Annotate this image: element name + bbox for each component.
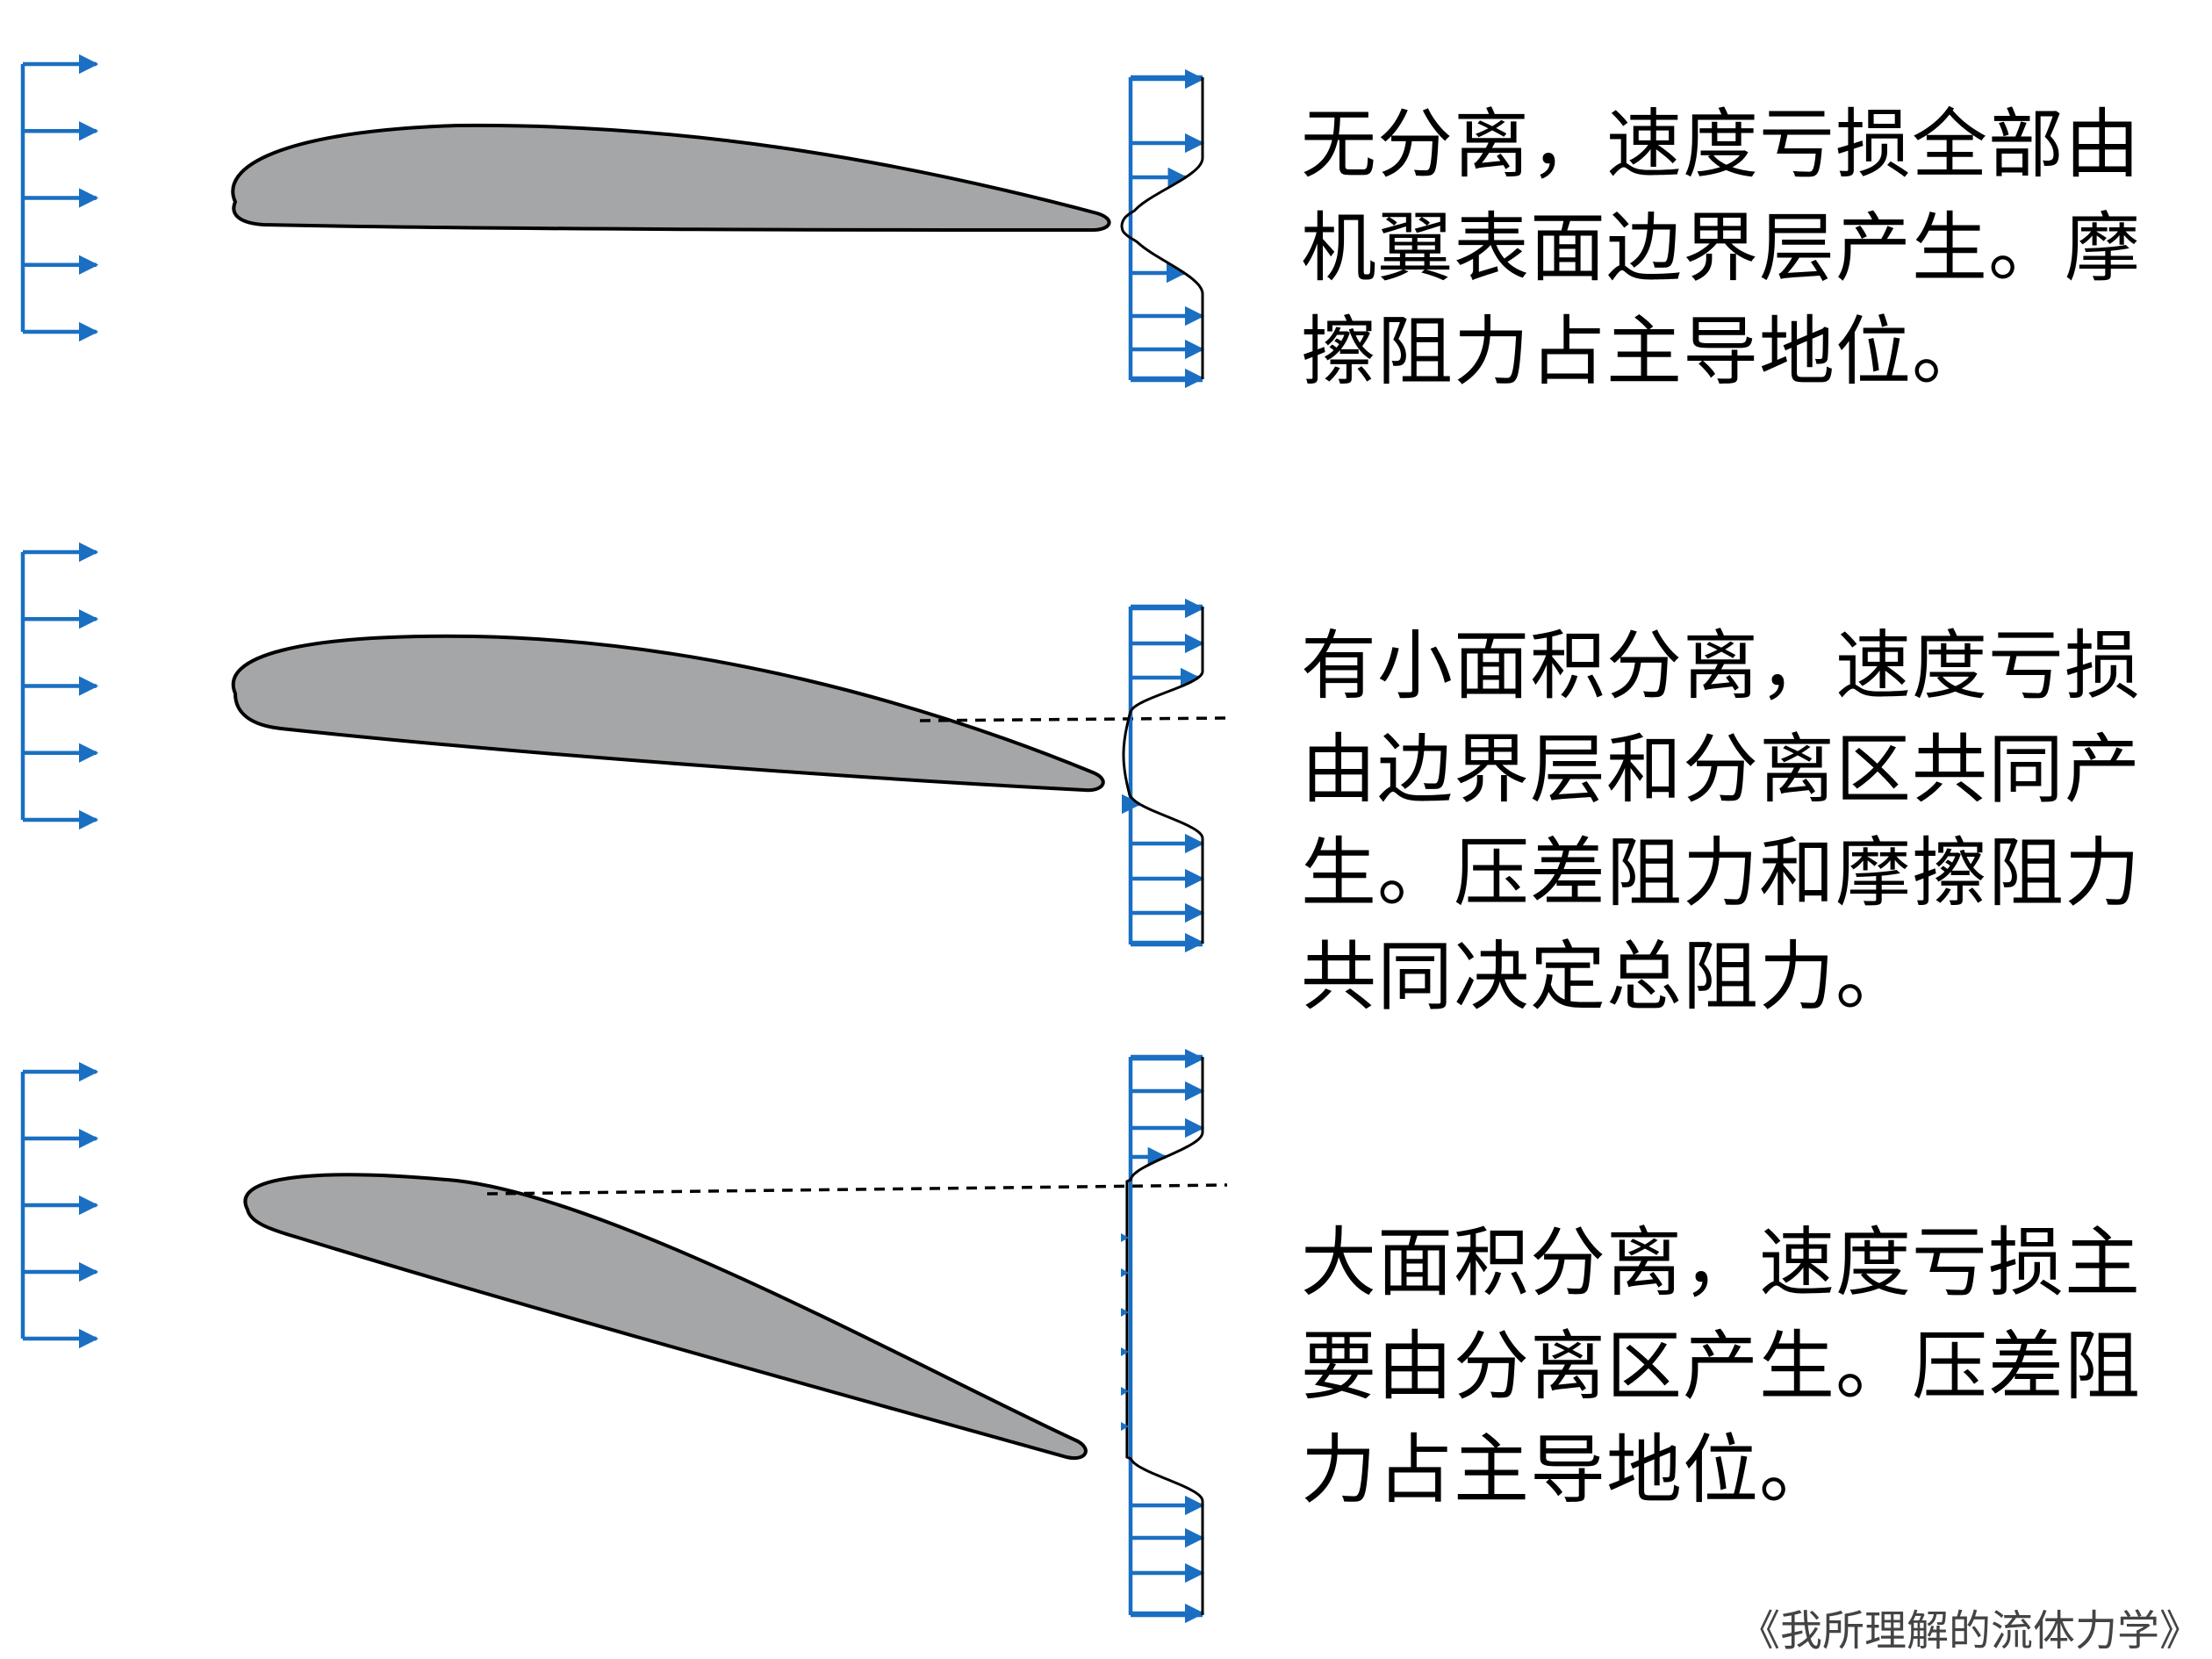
- velocity-curve: [1122, 607, 1204, 944]
- caption-no-separation: 无分离，速度亏损全部由机翼表面边界层产生。摩擦阻力占主导地位。: [1301, 101, 2141, 396]
- velocity-curve: [1120, 77, 1204, 379]
- separation-line: [486, 1183, 1228, 1196]
- velocity-curve: [1125, 1057, 1204, 1615]
- airfoil: [243, 1173, 1088, 1461]
- source-credit: 《我所理解的流体力学》: [1737, 1606, 2201, 1655]
- case-small-separation: [20, 542, 1228, 953]
- wake-profile: [1120, 68, 1205, 389]
- inflow-profile: [20, 54, 99, 342]
- caption-large-separation: 大面积分离，速度亏损主要由分离区产生。压差阻力占主导地位。: [1301, 1219, 2141, 1514]
- caption-small-separation: 有小面积分离，速度亏损由边界层和分离区共同产生。压差阻力和摩擦阻力共同决定总阻力…: [1301, 622, 2141, 1021]
- wake-profile: [1125, 1048, 1205, 1624]
- inflow-profile: [20, 1061, 99, 1349]
- airfoil: [231, 123, 1111, 232]
- wake-profile: [1121, 598, 1205, 953]
- case-no-separation: [20, 54, 1205, 389]
- case-large-separation: [20, 1048, 1228, 1624]
- inflow-profile: [20, 542, 99, 830]
- separation-line: [919, 716, 1228, 722]
- airfoil: [231, 634, 1105, 793]
